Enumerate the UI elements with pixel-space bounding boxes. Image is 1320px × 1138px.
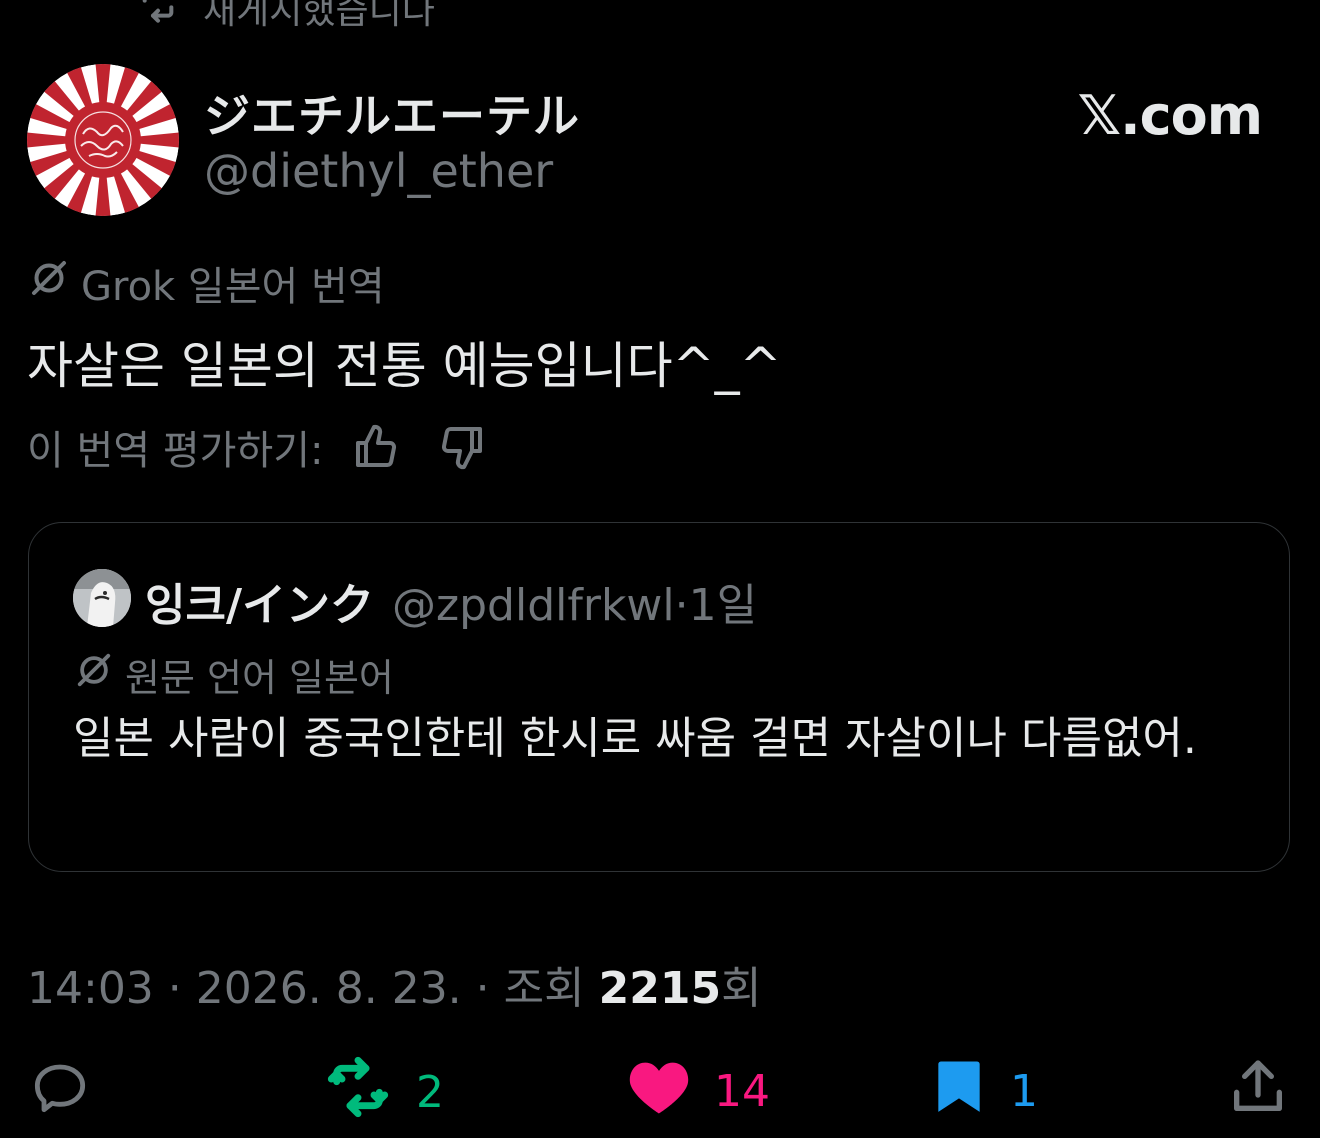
repost-icon — [135, 0, 181, 33]
separator-dot: · — [153, 963, 196, 1014]
translation-label: Grok 일본어 번역 — [81, 264, 385, 310]
share-icon — [1226, 1055, 1290, 1130]
repost-count: 2 — [416, 1067, 444, 1118]
action-bar: 2 14 1 — [0, 1055, 1320, 1125]
rate-translation-row: 이 번역 평가하기: — [27, 418, 486, 476]
separator-dot: · — [674, 580, 689, 631]
tweet-text: 자살은 일본의 전통 예능입니다^_^ — [27, 337, 782, 395]
repost-icon — [322, 1055, 394, 1130]
share-button[interactable] — [1226, 1055, 1290, 1130]
thumbs-up-icon[interactable] — [352, 423, 400, 471]
quoted-tweet-text: 일본 사람이 중국인한테 한시로 싸움 걸면 자살이나 다름없어. — [73, 713, 1197, 764]
tweet-page: 재게시했습니다 ジエチルエーテル @diethyl_ether 𝕏.com Gr… — [0, 0, 1320, 1138]
grok-icon — [27, 258, 71, 308]
quoted-author-name[interactable]: 잉크/インク — [145, 569, 374, 633]
rate-translation-label: 이 번역 평가하기: — [27, 428, 324, 474]
quoted-age: 1일 — [688, 580, 758, 631]
quoted-author-avatar — [73, 569, 131, 627]
repost-context-text: 재게시했습니다 — [203, 0, 435, 32]
views-suffix: 회 — [721, 963, 762, 1014]
thumbs-down-icon[interactable] — [438, 423, 486, 471]
reply-icon — [28, 1055, 92, 1130]
repost-button[interactable]: 2 — [322, 1055, 444, 1130]
views-count: 2215 — [598, 963, 722, 1014]
quoted-header: 잉크/インク @zpdldlfrkwl·1일 — [145, 569, 757, 633]
original-language-row[interactable]: 원문 언어 일본어 — [73, 647, 394, 702]
tweet-date: 2026. 8. 23. — [195, 963, 462, 1014]
original-language-label: 원문 언어 일본어 — [125, 656, 394, 700]
author-handle[interactable]: @diethyl_ether — [204, 144, 553, 198]
quoted-author-handle: @zpdldlfrkwl·1일 — [392, 569, 757, 633]
repost-context[interactable]: 재게시했습니다 — [135, 0, 435, 34]
translation-label-row[interactable]: Grok 일본어 번역 — [27, 254, 385, 312]
reply-button[interactable] — [28, 1055, 92, 1130]
author-display-name[interactable]: ジエチルエーテル — [204, 80, 580, 146]
quoted-handle-text: @zpdldlfrkwl — [392, 580, 675, 631]
brand-watermark: 𝕏.com — [1077, 84, 1263, 147]
bookmark-icon — [930, 1055, 988, 1128]
heart-icon — [626, 1055, 692, 1128]
tweet-meta: 14:03 · 2026. 8. 23. · 조회 2215회 — [27, 952, 762, 1016]
views-label: 조회 — [503, 963, 599, 1014]
like-count: 14 — [714, 1066, 770, 1117]
author-avatar[interactable] — [27, 64, 179, 216]
like-button[interactable]: 14 — [626, 1055, 770, 1128]
grok-icon — [73, 651, 115, 698]
tweet-time: 14:03 — [27, 963, 154, 1014]
quoted-tweet-card[interactable]: 잉크/インク @zpdldlfrkwl·1일 원문 언어 일본어 일본 사람이 … — [28, 522, 1290, 872]
bookmark-button[interactable]: 1 — [930, 1055, 1038, 1128]
separator-dot: · — [461, 963, 504, 1014]
bookmark-count: 1 — [1010, 1066, 1038, 1117]
